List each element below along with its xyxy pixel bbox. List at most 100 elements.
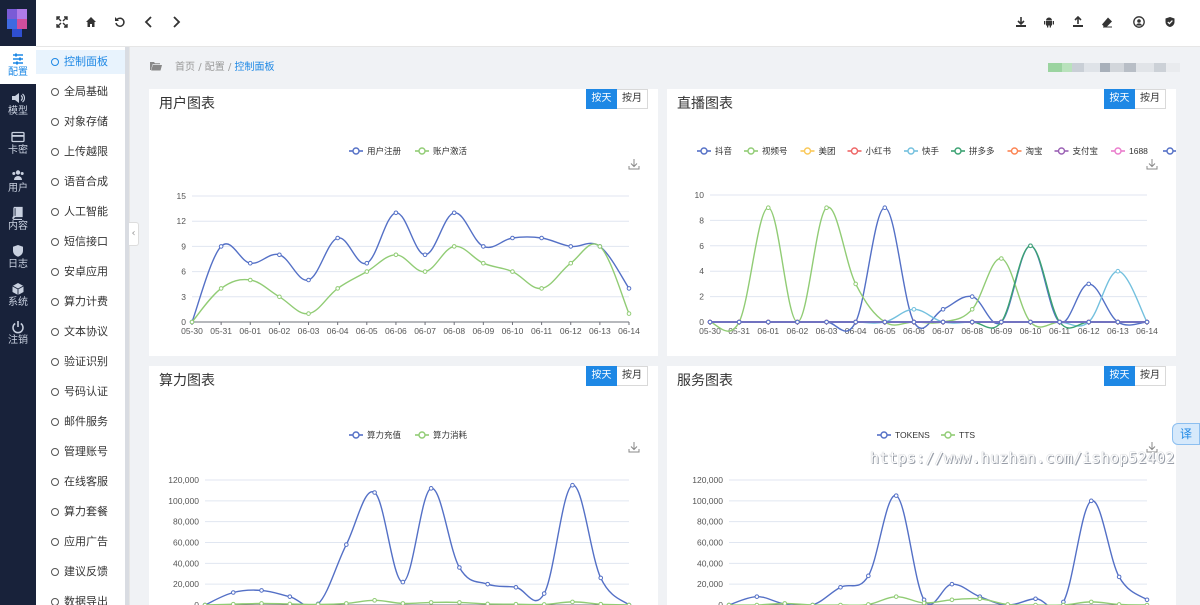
data-point[interactable] bbox=[247, 277, 253, 283]
by-day-button[interactable]: 按天 bbox=[586, 89, 617, 109]
rail-item-5[interactable]: 日志 bbox=[0, 238, 36, 276]
by-month-button[interactable]: 按月 bbox=[1135, 89, 1166, 109]
data-point[interactable] bbox=[510, 269, 515, 274]
data-point[interactable] bbox=[568, 244, 574, 249]
android-icon[interactable] bbox=[1043, 16, 1057, 30]
by-day-button[interactable]: 按天 bbox=[586, 366, 617, 386]
data-point[interactable] bbox=[1086, 319, 1092, 325]
data-point[interactable] bbox=[372, 598, 377, 603]
data-point[interactable] bbox=[481, 260, 486, 266]
data-point[interactable] bbox=[259, 588, 264, 593]
data-point[interactable] bbox=[451, 210, 457, 216]
data-point[interactable] bbox=[969, 307, 975, 312]
legend-item[interactable]: 快手 bbox=[904, 146, 940, 156]
data-point[interactable] bbox=[393, 210, 399, 216]
fullscreen-icon[interactable] bbox=[56, 16, 70, 30]
data-point[interactable] bbox=[259, 601, 264, 605]
data-point[interactable] bbox=[372, 490, 377, 495]
data-point[interactable] bbox=[707, 319, 713, 325]
data-point[interactable] bbox=[1028, 243, 1033, 249]
data-point[interactable] bbox=[882, 319, 888, 325]
data-point[interactable] bbox=[422, 252, 428, 258]
by-month-button[interactable]: 按月 bbox=[617, 366, 648, 386]
data-point[interactable] bbox=[1115, 268, 1121, 274]
data-point[interactable] bbox=[999, 256, 1004, 261]
data-point[interactable] bbox=[949, 597, 955, 603]
data-point[interactable] bbox=[230, 590, 236, 595]
data-point[interactable] bbox=[485, 581, 490, 587]
submenu-item-11[interactable]: 号码认证 bbox=[36, 380, 126, 404]
rail-item-7[interactable]: 注销 bbox=[0, 314, 36, 352]
data-point[interactable] bbox=[597, 244, 603, 249]
data-point[interactable] bbox=[1088, 599, 1094, 605]
data-point[interactable] bbox=[218, 286, 224, 291]
data-point[interactable] bbox=[1088, 498, 1094, 504]
data-point[interactable] bbox=[940, 307, 946, 312]
data-point[interactable] bbox=[481, 244, 486, 249]
submenu-item-5[interactable]: 人工智能 bbox=[36, 200, 126, 224]
data-point[interactable] bbox=[451, 244, 457, 249]
data-point[interactable] bbox=[1144, 597, 1150, 603]
data-point[interactable] bbox=[344, 542, 349, 547]
by-month-button[interactable]: 按月 bbox=[1135, 366, 1166, 386]
data-point[interactable] bbox=[568, 260, 574, 266]
data-point[interactable] bbox=[765, 205, 771, 210]
submenu-item-18[interactable]: 数据导出 bbox=[36, 590, 126, 605]
data-point[interactable] bbox=[795, 319, 800, 325]
data-point[interactable] bbox=[911, 319, 917, 325]
legend-item[interactable]: 算力消耗 bbox=[415, 430, 468, 440]
back-icon[interactable] bbox=[143, 16, 157, 30]
data-point[interactable] bbox=[921, 600, 927, 605]
data-point[interactable] bbox=[736, 319, 742, 325]
data-point[interactable] bbox=[824, 205, 829, 210]
breadcrumb-home[interactable]: 首页 bbox=[175, 62, 195, 73]
by-day-button[interactable]: 按天 bbox=[1104, 89, 1135, 109]
submenu-item-14[interactable]: 在线客服 bbox=[36, 470, 126, 494]
data-point[interactable] bbox=[306, 277, 311, 283]
data-point[interactable] bbox=[853, 319, 858, 325]
data-point[interactable] bbox=[422, 269, 428, 274]
legend-item[interactable]: 抖音 bbox=[697, 146, 733, 156]
by-day-button[interactable]: 按天 bbox=[1104, 366, 1135, 386]
data-point[interactable] bbox=[277, 252, 282, 258]
data-point[interactable] bbox=[364, 269, 370, 274]
data-point[interactable] bbox=[335, 235, 340, 241]
forward-icon[interactable] bbox=[170, 16, 184, 30]
data-point[interactable] bbox=[364, 260, 370, 266]
rail-item-3[interactable]: 用户 bbox=[0, 162, 36, 200]
data-point[interactable] bbox=[457, 600, 462, 605]
shield-icon[interactable] bbox=[1164, 16, 1178, 30]
rail-item-4[interactable]: 内容 bbox=[0, 200, 36, 238]
data-point[interactable] bbox=[626, 286, 632, 291]
data-point[interactable] bbox=[344, 601, 349, 605]
submenu-item-7[interactable]: 安卓应用 bbox=[36, 260, 126, 284]
data-point[interactable] bbox=[513, 584, 519, 590]
data-point[interactable] bbox=[893, 594, 899, 599]
data-point[interactable] bbox=[853, 281, 858, 287]
data-point[interactable] bbox=[626, 311, 632, 316]
submenu-item-12[interactable]: 邮件服务 bbox=[36, 410, 126, 434]
upload-icon[interactable] bbox=[1072, 16, 1086, 30]
data-point[interactable] bbox=[977, 596, 983, 602]
submenu-item-1[interactable]: 全局基础 bbox=[36, 80, 126, 104]
data-point[interactable] bbox=[882, 205, 888, 210]
data-point[interactable] bbox=[570, 482, 575, 488]
data-point[interactable] bbox=[539, 235, 544, 241]
refresh-icon[interactable] bbox=[114, 16, 128, 30]
save-image-icon[interactable] bbox=[628, 442, 640, 453]
data-point[interactable] bbox=[1057, 319, 1062, 325]
data-point[interactable] bbox=[782, 601, 788, 605]
data-point[interactable] bbox=[838, 584, 843, 590]
data-point[interactable] bbox=[400, 579, 406, 585]
data-point[interactable] bbox=[287, 594, 293, 599]
legend-item[interactable]: 京东 bbox=[1163, 146, 1176, 156]
data-point[interactable] bbox=[1115, 319, 1121, 325]
collapse-submenu-button[interactable]: ‹ bbox=[129, 222, 139, 246]
data-point[interactable] bbox=[911, 307, 917, 312]
data-point[interactable] bbox=[457, 565, 462, 570]
submenu-item-16[interactable]: 应用广告 bbox=[36, 530, 126, 554]
legend-item[interactable]: 用户注册 bbox=[349, 146, 402, 156]
submenu-item-6[interactable]: 短信接口 bbox=[36, 230, 126, 254]
data-point[interactable] bbox=[1086, 281, 1092, 287]
breadcrumb-parent[interactable]: 配置 bbox=[205, 62, 225, 73]
